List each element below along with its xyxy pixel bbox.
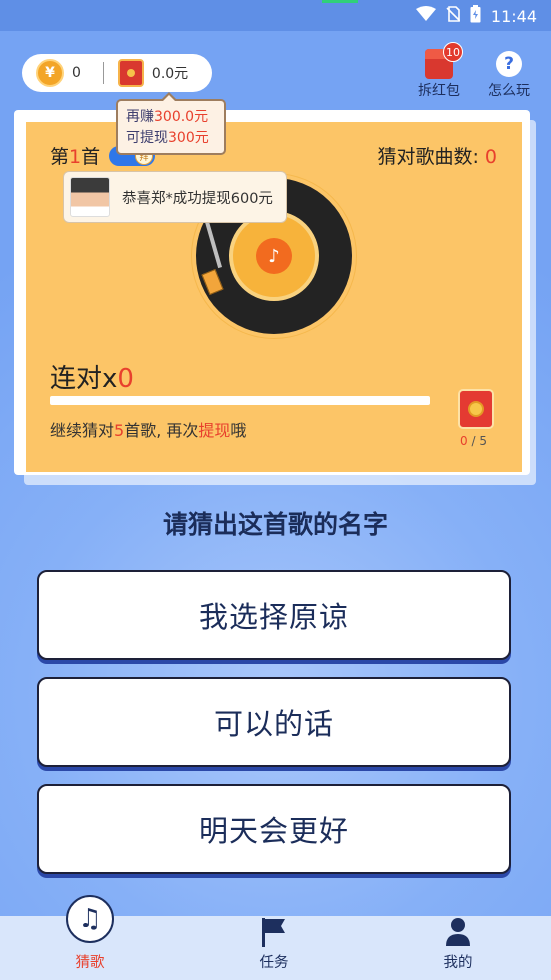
hint-count: 5 <box>114 421 125 440</box>
tab-tasks[interactable]: 任务 <box>214 916 334 980</box>
reward-total: / 5 <box>471 434 487 448</box>
flag-icon <box>262 918 285 947</box>
coin-icon: ¥ <box>36 59 64 87</box>
how-to-play-button[interactable]: ? 怎么玩 <box>488 48 530 100</box>
divider <box>102 62 104 84</box>
tooltip-line2-prefix: 可提现 <box>126 130 168 146</box>
tab-tasks-label: 任务 <box>259 955 289 971</box>
tab-mine[interactable]: 我的 <box>398 916 518 980</box>
music-note-icon: ♪ <box>256 238 292 274</box>
reward-progress: 0 / 5 <box>460 434 487 448</box>
battery-icon <box>470 5 481 27</box>
avatar <box>70 177 110 217</box>
hint-suffix: 哦 <box>230 421 247 440</box>
open-red-packet-button[interactable]: 10 拆红包 <box>418 42 463 100</box>
earn-tooltip: 再赚300.0元 可提现300元 <box>116 92 226 155</box>
red-packet-badge: 10 <box>443 42 463 62</box>
hint-middle: 首歌, 再次 <box>124 421 199 440</box>
hint-prefix: 继续猜对 <box>50 421 115 440</box>
song-number-value: 1 <box>69 146 82 168</box>
guessed-label: 猜对歌曲数: <box>377 146 485 168</box>
no-sim-icon <box>446 6 461 26</box>
coin-balance: 0 <box>72 65 81 81</box>
status-bar: 11:44 <box>0 0 551 31</box>
tooltip-line1-amount: 300.0元 <box>154 109 209 125</box>
tab-guess-song[interactable]: 猜歌 <box>30 916 150 980</box>
combo-value: 0 <box>117 364 134 394</box>
cash-balance: 0.0元 <box>151 66 189 82</box>
status-indicator <box>322 0 358 3</box>
combo-streak: 连对x0 <box>50 358 134 395</box>
guessed-count: 猜对歌曲数: 0 <box>377 142 497 169</box>
tab-guess-song-label: 猜歌 <box>75 955 105 971</box>
combo-progress-bar <box>50 396 430 405</box>
hint-action: 提现 <box>198 421 231 440</box>
record-label: ♪ <box>229 211 319 301</box>
tab-mine-label: 我的 <box>443 955 473 971</box>
withdraw-hint: 继续猜对5首歌, 再次提现哦 <box>50 417 246 441</box>
how-to-play-label: 怎么玩 <box>488 83 530 99</box>
guessed-value: 0 <box>484 146 497 168</box>
wallet-pill[interactable]: ¥ 0 0.0元 <box>22 54 212 92</box>
song-prefix: 第 <box>50 146 70 168</box>
notice-text: 恭喜郑*成功提现600元 <box>122 190 273 207</box>
answer-option-3[interactable]: 明天会更好 <box>37 784 511 874</box>
question-title: 请猜出这首歌的名字 <box>162 510 388 539</box>
combo-label: 连对x <box>50 364 118 394</box>
open-red-packet-label: 拆红包 <box>418 83 460 99</box>
reward-red-packet-icon[interactable] <box>458 389 494 429</box>
answer-option-1[interactable]: 我选择原谅 <box>37 570 511 660</box>
song-suffix: 首 <box>81 146 101 168</box>
song-number: 第1首 <box>50 142 100 169</box>
tooltip-line1-prefix: 再赚 <box>126 109 154 125</box>
reward-current: 0 <box>460 434 468 448</box>
user-icon <box>446 918 470 946</box>
wifi-icon <box>415 6 436 26</box>
red-envelope-icon <box>117 59 144 87</box>
answer-option-2[interactable]: 可以的话 <box>37 677 511 767</box>
status-time: 11:44 <box>490 6 537 26</box>
help-icon: ? <box>496 51 522 77</box>
withdraw-notice: 恭喜郑*成功提现600元 <box>63 171 287 223</box>
tooltip-line2-amount: 300元 <box>168 130 209 146</box>
